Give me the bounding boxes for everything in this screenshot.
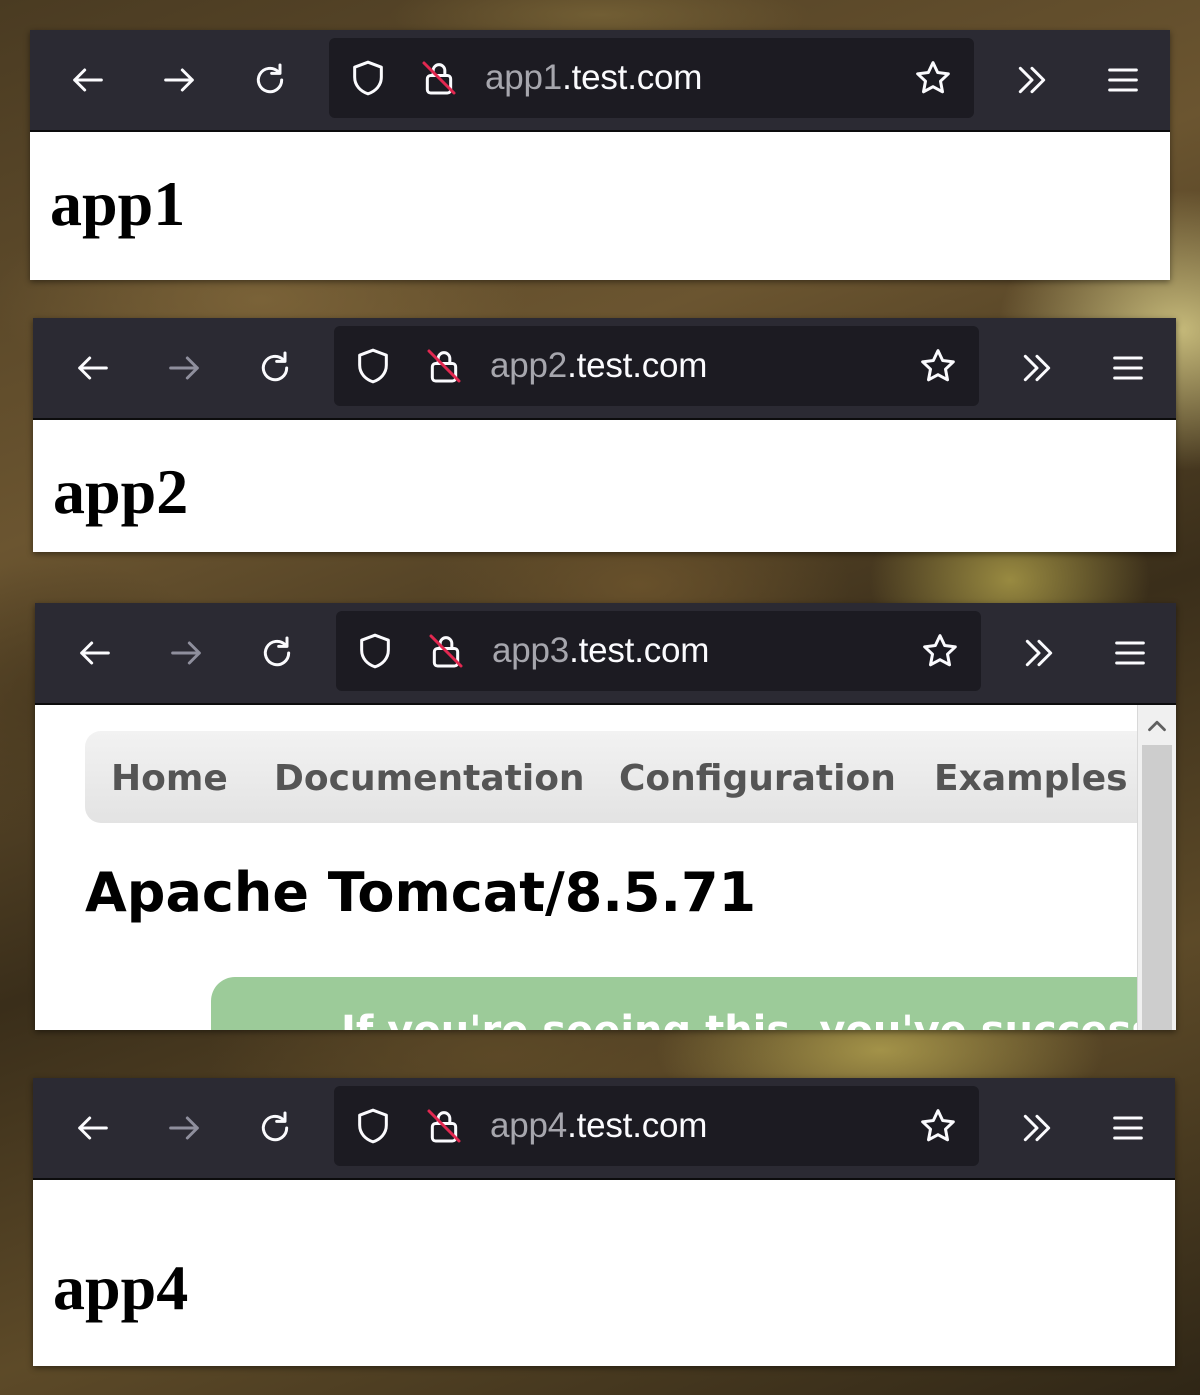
- forward-arrow-icon: [164, 68, 194, 92]
- url-domain: .test.com: [567, 346, 708, 385]
- reload-icon: [263, 636, 291, 667]
- url-subdomain: app1: [485, 58, 563, 97]
- page-content: app2: [33, 418, 1176, 552]
- star-icon[interactable]: [920, 631, 960, 671]
- url-text[interactable]: app4.test.com: [490, 1105, 707, 1147]
- hamburger-menu-icon: [1115, 641, 1145, 665]
- url-bar[interactable]: app1.test.com: [329, 38, 974, 118]
- browser-window-app2: app2.test.com app2: [33, 318, 1176, 552]
- browser-window-app1: app1.test.com app1: [30, 30, 1170, 280]
- tomcat-nav-bar: Home Documentation Configuration Example…: [85, 731, 1176, 823]
- forward-arrow-icon: [169, 1116, 199, 1140]
- shield-icon[interactable]: [353, 346, 393, 386]
- page-heading: app2: [53, 456, 189, 527]
- nav-link-examples[interactable]: Examples: [934, 757, 1128, 801]
- menu-button[interactable]: [1105, 628, 1155, 678]
- back-arrow-icon: [78, 1116, 108, 1140]
- chevron-double-right-icon: [1023, 354, 1051, 382]
- reload-icon: [261, 1111, 289, 1142]
- star-icon[interactable]: [913, 58, 953, 98]
- back-button[interactable]: [68, 1103, 118, 1153]
- nav-link-configuration[interactable]: Configuration: [619, 757, 896, 801]
- chevron-up-icon[interactable]: [1142, 711, 1172, 741]
- browser-window-app4: app4.test.com app4: [33, 1078, 1175, 1366]
- insecure-lock-icon[interactable]: [426, 631, 466, 671]
- menu-button[interactable]: [1103, 343, 1153, 393]
- url-text[interactable]: app3.test.com: [492, 630, 709, 672]
- reload-button[interactable]: [252, 628, 302, 678]
- shield-icon[interactable]: [355, 631, 395, 671]
- scrollbar-thumb[interactable]: [1142, 745, 1172, 1030]
- url-subdomain: app3: [492, 631, 570, 670]
- back-button[interactable]: [63, 55, 113, 105]
- star-icon[interactable]: [918, 346, 958, 386]
- success-banner: If you're seeing this, you've successful…: [211, 977, 1176, 1030]
- success-banner-text: If you're seeing this, you've successful…: [341, 1007, 1176, 1030]
- nav-link-home[interactable]: Home: [111, 757, 228, 801]
- star-icon[interactable]: [918, 1106, 958, 1146]
- back-button[interactable]: [68, 343, 118, 393]
- menu-button[interactable]: [1098, 55, 1148, 105]
- page-content: Home Documentation Configuration Example…: [35, 703, 1176, 1030]
- hamburger-menu-icon: [1113, 1116, 1143, 1140]
- page-title: Apache Tomcat/8.5.71: [85, 861, 757, 924]
- nav-link-documentation[interactable]: Documentation: [274, 757, 585, 801]
- browser-toolbar: app1.test.com: [30, 30, 1170, 130]
- back-arrow-icon: [78, 356, 108, 380]
- shield-icon[interactable]: [353, 1106, 393, 1146]
- menu-button[interactable]: [1103, 1103, 1153, 1153]
- url-domain: .test.com: [569, 631, 710, 670]
- url-subdomain: app4: [490, 1106, 568, 1145]
- url-domain: .test.com: [567, 1106, 708, 1145]
- back-arrow-icon: [73, 68, 103, 92]
- chevron-double-right-icon: [1018, 66, 1046, 94]
- overflow-button[interactable]: [1012, 343, 1062, 393]
- forward-button[interactable]: [161, 628, 211, 678]
- browser-window-app3: app3.test.com Home Documentation Configu…: [35, 603, 1176, 1030]
- back-button[interactable]: [70, 628, 120, 678]
- browser-toolbar: app3.test.com: [35, 603, 1176, 703]
- back-arrow-icon: [80, 641, 110, 665]
- vertical-scrollbar[interactable]: [1137, 705, 1176, 1030]
- overflow-button[interactable]: [1012, 1103, 1062, 1153]
- browser-toolbar: app4.test.com: [33, 1078, 1175, 1178]
- forward-button[interactable]: [159, 343, 209, 393]
- overflow-button[interactable]: [1007, 55, 1057, 105]
- hamburger-menu-icon: [1113, 356, 1143, 380]
- forward-arrow-icon: [169, 356, 199, 380]
- url-bar[interactable]: app3.test.com: [336, 611, 981, 691]
- forward-button[interactable]: [154, 55, 204, 105]
- url-text[interactable]: app2.test.com: [490, 345, 707, 387]
- shield-icon[interactable]: [348, 58, 388, 98]
- forward-arrow-icon: [171, 641, 201, 665]
- page-content: app4: [33, 1178, 1175, 1366]
- chevron-double-right-icon: [1025, 639, 1053, 667]
- reload-icon: [256, 63, 284, 94]
- url-subdomain: app2: [490, 346, 568, 385]
- insecure-lock-icon[interactable]: [424, 1106, 464, 1146]
- reload-button[interactable]: [245, 55, 295, 105]
- reload-button[interactable]: [250, 343, 300, 393]
- insecure-lock-icon[interactable]: [419, 58, 459, 98]
- reload-icon: [261, 351, 289, 382]
- reload-button[interactable]: [250, 1103, 300, 1153]
- insecure-lock-icon[interactable]: [424, 346, 464, 386]
- hamburger-menu-icon: [1108, 68, 1138, 92]
- url-bar[interactable]: app4.test.com: [334, 1086, 979, 1166]
- url-text[interactable]: app1.test.com: [485, 57, 702, 99]
- chevron-double-right-icon: [1023, 1114, 1051, 1142]
- page-heading: app1: [50, 168, 186, 239]
- page-content: app1: [30, 130, 1170, 280]
- url-bar[interactable]: app2.test.com: [334, 326, 979, 406]
- url-domain: .test.com: [562, 58, 703, 97]
- forward-button[interactable]: [159, 1103, 209, 1153]
- browser-toolbar: app2.test.com: [33, 318, 1176, 418]
- overflow-button[interactable]: [1014, 628, 1064, 678]
- page-heading: app4: [53, 1252, 189, 1323]
